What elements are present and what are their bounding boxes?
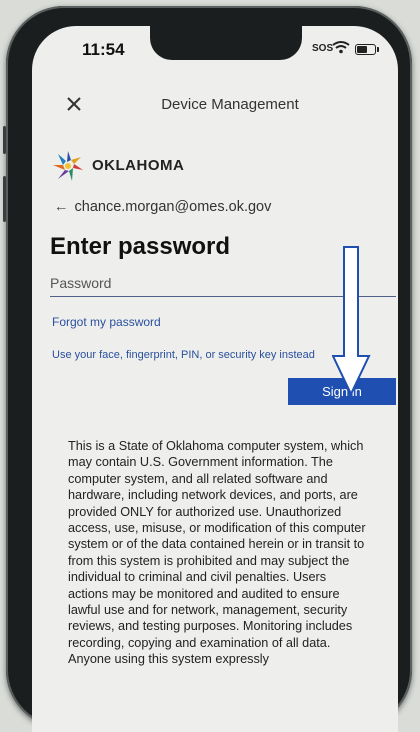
phone-frame: 11:54 SOS Device Management OKLAHOMA ← c…: [3, 6, 412, 732]
side-button: [3, 176, 6, 222]
oklahoma-star-logo-icon: [53, 151, 83, 181]
battery-icon: [355, 44, 379, 55]
forgot-password-link[interactable]: Forgot my password: [52, 315, 161, 329]
alternate-signin-link[interactable]: Use your face, fingerprint, PIN, or secu…: [52, 349, 315, 361]
enter-password-heading: Enter password: [50, 233, 231, 260]
back-arrow-icon[interactable]: ←: [54, 199, 69, 215]
phone-screen: 11:54 SOS Device Management OKLAHOMA ← c…: [32, 26, 398, 732]
side-button: [3, 126, 6, 154]
legal-disclaimer: This is a State of Oklahoma computer sys…: [68, 439, 366, 667]
account-row[interactable]: ← chance.morgan@omes.ok.gov: [54, 199, 271, 215]
status-bar: 11:54 SOS: [32, 26, 398, 76]
page-title-text: Device Management: [161, 96, 299, 113]
brand-name: OKLAHOMA: [92, 157, 185, 174]
down-arrow-annotation-icon: [332, 246, 371, 396]
page-title: Device Management: [32, 96, 398, 113]
status-time: 11:54: [82, 40, 125, 59]
sos-indicator: SOS: [312, 43, 334, 54]
wifi-icon: [332, 41, 350, 54]
notch: [150, 26, 302, 60]
account-email: chance.morgan@omes.ok.gov: [74, 199, 272, 215]
